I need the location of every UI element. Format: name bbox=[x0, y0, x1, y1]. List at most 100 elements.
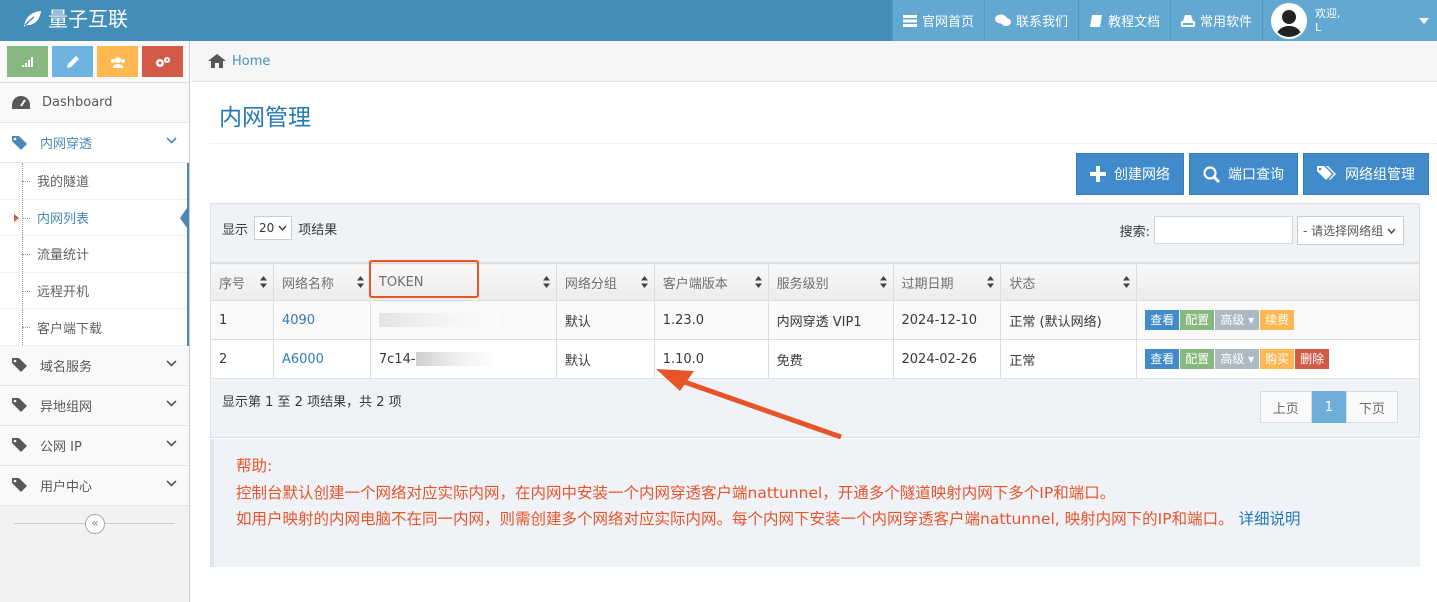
sidebar-item-remote-network[interactable]: 异地组网 bbox=[0, 385, 189, 426]
shortcut-edit-button[interactable] bbox=[52, 46, 93, 77]
help-text: 帮助: 控制台默认创建一个网络对应实际内网，在内网中安装一个内网穿透客户端nat… bbox=[214, 439, 1420, 533]
sidebar-item-label: 异地组网 bbox=[40, 399, 93, 415]
create-network-button[interactable]: 创建网络 bbox=[1076, 153, 1184, 195]
cell-index: 1 bbox=[210, 300, 274, 340]
column-header-group[interactable]: 网络分组 bbox=[555, 263, 655, 301]
column-header-name[interactable]: 网络名称 bbox=[272, 263, 371, 301]
sort-icon bbox=[754, 276, 762, 288]
buy-button[interactable]: 购买 bbox=[1260, 349, 1295, 369]
tag-icon bbox=[12, 478, 27, 493]
column-header-level[interactable]: 服务级别 bbox=[767, 263, 894, 301]
delete-button[interactable]: 删除 bbox=[1295, 349, 1330, 369]
sort-icon bbox=[542, 276, 550, 288]
chat-icon bbox=[994, 14, 1011, 26]
shortcut-settings-button[interactable] bbox=[142, 46, 183, 77]
nav-contact-link[interactable]: 联系我们 bbox=[983, 0, 1078, 41]
cell-status: 正常 (默认网络) bbox=[1000, 300, 1138, 340]
brand[interactable]: 量子互联 bbox=[22, 6, 128, 32]
network-name-link[interactable]: A6000 bbox=[282, 352, 324, 367]
token-value: 7c14- bbox=[378, 351, 416, 367]
sidebar-item-public-ip[interactable]: 公网 IP bbox=[0, 425, 189, 466]
network-name-link[interactable]: 4090 bbox=[282, 313, 315, 328]
sidebar-item-tunnel[interactable]: 内网穿透 bbox=[0, 123, 189, 163]
sidebar-subitem-label: 内网列表 bbox=[37, 211, 90, 227]
view-button[interactable]: 查看 bbox=[1145, 310, 1180, 330]
sidebar-item-traffic[interactable]: 流量统计 bbox=[0, 236, 187, 273]
avatar bbox=[1271, 2, 1307, 39]
column-header-label: 网络分组 bbox=[564, 276, 617, 292]
sort-icon bbox=[259, 276, 267, 288]
shortcut-stats-button[interactable] bbox=[7, 46, 48, 77]
port-query-button[interactable]: 端口查询 bbox=[1189, 153, 1298, 195]
nav-contact-label: 联系我们 bbox=[1015, 15, 1068, 30]
signal-icon bbox=[21, 56, 33, 67]
nav-software-link[interactable]: 常用软件 bbox=[1169, 0, 1262, 41]
user-menu[interactable]: 欢迎, L bbox=[1262, 0, 1437, 41]
sidebar-item-network-list[interactable]: 内网列表 bbox=[0, 199, 189, 237]
config-button[interactable]: 配置 bbox=[1180, 310, 1215, 330]
chevron-down-icon bbox=[166, 400, 177, 407]
sort-icon bbox=[987, 276, 995, 288]
tag-icon bbox=[12, 135, 27, 150]
sidebar-item-dashboard[interactable]: Dashboard bbox=[0, 83, 189, 123]
sort-icon bbox=[356, 276, 364, 288]
sidebar-item-label: 内网穿透 bbox=[40, 137, 93, 152]
pencil-icon bbox=[66, 55, 79, 68]
sidebar-item-domain[interactable]: 域名服务 bbox=[0, 345, 189, 386]
advanced-dropdown-button[interactable]: 高级 ▾ bbox=[1215, 310, 1260, 330]
download-icon bbox=[1180, 14, 1195, 27]
sidebar-subitem-label: 我的隧道 bbox=[37, 175, 90, 191]
sidebar-item-wol[interactable]: 远程开机 bbox=[0, 272, 187, 310]
advanced-dropdown-button[interactable]: 高级 ▾ bbox=[1215, 349, 1260, 369]
tag-icon bbox=[12, 358, 27, 373]
sidebar: Dashboard 内网穿透 我的隧道 内网列表 流量统计 远程开机 客户端下载… bbox=[0, 41, 190, 602]
group-select-value: - 请选择网络组 bbox=[1303, 224, 1384, 238]
page-length-select[interactable]: 20 bbox=[254, 216, 293, 240]
sidebar-item-label: 域名服务 bbox=[40, 359, 93, 375]
view-button[interactable]: 查看 bbox=[1145, 349, 1180, 369]
list-icon bbox=[902, 14, 917, 27]
table-row: 1 4090 默认 1.23.0 内网穿透 VIP1 2024-12-10 正常… bbox=[210, 300, 1420, 340]
user-greeting: 欢迎, bbox=[1315, 6, 1341, 20]
nav-home-link[interactable]: 官网首页 bbox=[891, 0, 984, 41]
sidebar-subitem-label: 客户端下载 bbox=[37, 321, 103, 337]
breadcrumb-home-link[interactable]: Home bbox=[232, 54, 270, 69]
search-label: 搜索: bbox=[1119, 224, 1150, 240]
column-header-expire[interactable]: 过期日期 bbox=[892, 263, 1002, 301]
sidebar-item-label: 公网 IP bbox=[40, 439, 82, 455]
detail-link[interactable]: 详细说明 bbox=[1239, 510, 1301, 528]
config-button[interactable]: 配置 bbox=[1180, 349, 1215, 369]
column-header-label: 客户端版本 bbox=[662, 276, 728, 292]
show-prefix: 显示 bbox=[222, 222, 249, 238]
home-icon bbox=[208, 54, 226, 68]
next-page-button[interactable]: 下页 bbox=[1345, 391, 1398, 423]
sidebar-item-client-download[interactable]: 客户端下载 bbox=[0, 309, 187, 346]
sidebar-shortcuts bbox=[0, 41, 189, 83]
page-length-control: 显示 20 项结果 bbox=[222, 216, 337, 240]
column-header-status[interactable]: 状态 bbox=[1000, 263, 1138, 301]
shortcut-users-button[interactable] bbox=[97, 46, 138, 77]
tags-icon bbox=[1317, 166, 1336, 180]
prev-page-button[interactable]: 上页 bbox=[1259, 391, 1312, 423]
page-1-button[interactable]: 1 bbox=[1311, 391, 1346, 423]
renew-button[interactable]: 续费 bbox=[1260, 310, 1295, 330]
help-line-2: 如用户映射的内网电脑不在同一内网，则需创建多个网络对应实际内网。每个内网下安装一… bbox=[236, 506, 1420, 533]
search-input[interactable] bbox=[1154, 216, 1293, 244]
column-header-index[interactable]: 序号 bbox=[210, 263, 274, 301]
help-title: 帮助: bbox=[236, 457, 273, 475]
network-group-select[interactable]: - 请选择网络组 bbox=[1297, 216, 1404, 245]
column-header-version[interactable]: 客户端版本 bbox=[653, 263, 769, 301]
help-box: 帮助: 控制台默认创建一个网络对应实际内网，在内网中安装一个内网穿透客户端nat… bbox=[210, 439, 1420, 567]
sidebar-item-user-center[interactable]: 用户中心 bbox=[0, 465, 189, 506]
user-info: 欢迎, L bbox=[1315, 7, 1341, 35]
sort-icon bbox=[879, 276, 887, 288]
network-group-button[interactable]: 网络组管理 bbox=[1303, 153, 1429, 195]
token-redaction bbox=[415, 352, 496, 366]
port-query-label: 端口查询 bbox=[1228, 167, 1284, 183]
divider bbox=[210, 143, 1437, 144]
cell-expire: 2024-02-26 bbox=[892, 339, 1002, 379]
caret-down-icon bbox=[1419, 17, 1429, 24]
nav-docs-link[interactable]: 教程文档 bbox=[1077, 0, 1170, 41]
sidebar-collapse-button[interactable]: « bbox=[85, 513, 105, 534]
sidebar-item-my-tunnels[interactable]: 我的隧道 bbox=[0, 163, 187, 200]
